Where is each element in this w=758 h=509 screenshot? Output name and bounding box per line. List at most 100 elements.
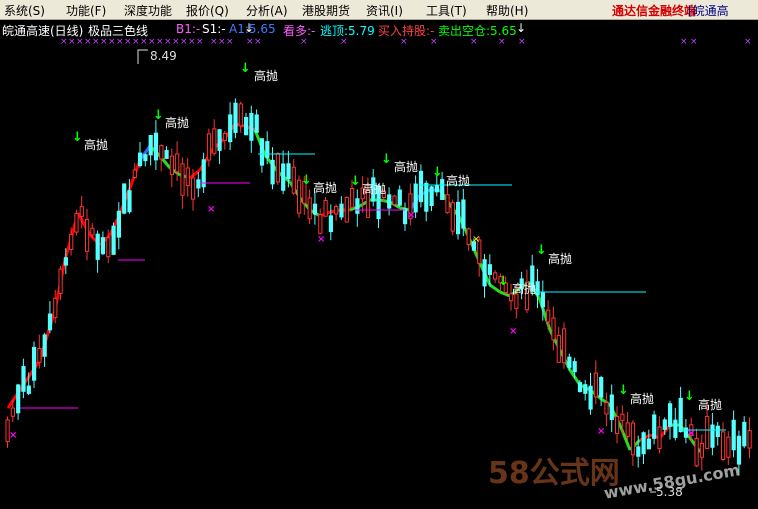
down-arrow-icon: ↓ xyxy=(536,243,547,258)
menu-deep-function[interactable]: 深度功能 xyxy=(124,2,172,19)
candle-body xyxy=(710,424,715,448)
down-arrow-icon: ↓ xyxy=(516,21,526,35)
candle-body xyxy=(456,201,461,235)
candle-body xyxy=(493,272,498,280)
menu-analysis[interactable]: 分析(A) xyxy=(246,2,288,19)
signal-cross-marker: × xyxy=(172,37,180,47)
candle-body xyxy=(138,152,143,167)
candle-body xyxy=(228,114,233,143)
down-arrow-icon: ↓ xyxy=(684,389,695,404)
escape-label: 逃顶:5.79 xyxy=(320,24,375,38)
menu-help[interactable]: 帮助(H) xyxy=(486,2,528,19)
candle-body xyxy=(281,163,286,191)
signal-cross-marker: × xyxy=(188,37,196,47)
stock-title[interactable]: [皖通高 xyxy=(688,2,729,19)
candle-body xyxy=(577,382,583,393)
down-arrow-icon: ↓ xyxy=(432,165,443,180)
candle-body xyxy=(270,159,275,185)
candle-body xyxy=(392,195,397,205)
signal-cross-marker: × xyxy=(254,37,262,47)
indicator-name-label: 极品三色线 xyxy=(88,24,149,38)
candle-body xyxy=(42,334,47,357)
candle-body xyxy=(466,228,471,246)
candle-body xyxy=(249,112,254,141)
candle-body xyxy=(731,419,736,451)
candle-body xyxy=(233,102,238,133)
signal-cross-marker: × xyxy=(597,426,605,437)
candle-body xyxy=(244,117,249,136)
candle-body xyxy=(641,432,646,455)
down-arrow-icon: ↓ xyxy=(301,173,312,188)
menu-tools[interactable]: 工具(T) xyxy=(426,2,467,19)
candle-body xyxy=(53,297,58,319)
candle-body xyxy=(604,402,609,415)
candle-body xyxy=(599,377,604,398)
signal-label: 高抛 xyxy=(394,160,419,174)
signal-cross-marker: × xyxy=(744,37,752,47)
candle-body xyxy=(312,203,318,215)
candle-body xyxy=(424,182,429,212)
app-title: 通达信金融终端 xyxy=(612,4,697,18)
signal-cross-marker: × xyxy=(407,210,415,221)
candle-body xyxy=(69,233,74,250)
candle-body xyxy=(74,212,79,233)
candle-body xyxy=(742,421,747,447)
candle-body xyxy=(334,205,339,215)
candle-body xyxy=(265,141,270,158)
candle-body xyxy=(286,163,291,180)
signal-label: 高抛 xyxy=(84,138,109,152)
signal-label: 高抛 xyxy=(446,174,471,188)
candle-body xyxy=(397,189,402,206)
candle-body xyxy=(153,132,159,161)
candle-body xyxy=(26,385,31,394)
signal-cross-marker: × xyxy=(680,37,688,47)
high-price-marker xyxy=(137,49,148,64)
candle-body xyxy=(350,187,355,208)
candle-body xyxy=(37,347,42,363)
menu-info[interactable]: 资讯(I) xyxy=(366,2,403,19)
bull-label: 看多:- xyxy=(283,24,316,38)
candle-body xyxy=(620,413,625,421)
candle-body xyxy=(413,183,418,213)
three-color-line-segment xyxy=(38,309,57,361)
candle-body xyxy=(593,372,598,398)
signal-label: 高抛 xyxy=(165,116,190,130)
signal-cross-marker: × xyxy=(210,37,218,47)
menu-bar: 系统(S) 功能(F) 深度功能 报价(Q) 分析(A) 港股期货 资讯(I) … xyxy=(0,0,758,20)
signal-label: 高抛 xyxy=(698,398,723,412)
candle-body xyxy=(609,394,614,420)
chart-canvas[interactable]: × × × × × × × × × × × × × × × × × × × × × × × × × × × × × × × × ××××××× ×… xyxy=(0,20,758,505)
sell-clear-label: 卖出空仓:5.65 xyxy=(438,24,517,38)
signal-label: 高抛 xyxy=(548,252,573,266)
candle-body xyxy=(572,361,577,373)
signal-label: 高抛 xyxy=(254,69,279,83)
candle-body xyxy=(652,414,657,439)
signal-cross-marker: × xyxy=(246,37,254,47)
menu-function[interactable]: 功能(F) xyxy=(66,2,106,19)
candle-body xyxy=(540,291,545,308)
candle-body xyxy=(588,385,593,410)
candle-body xyxy=(445,194,450,214)
candle-body xyxy=(291,166,296,194)
candle-body xyxy=(482,259,487,287)
candle-body xyxy=(567,356,572,368)
candle-body xyxy=(95,233,100,260)
candlestick-chart[interactable]: × × × × × × × × × × × × × × × × × × × × × × × × × × × × × × × × × × × × × × × ×… xyxy=(0,20,758,505)
candle-body xyxy=(344,197,349,223)
signal-label: 高抛 xyxy=(512,282,537,296)
down-arrow-icon: ↓ xyxy=(153,108,164,123)
candle-body xyxy=(705,415,710,449)
candle-body xyxy=(461,199,466,229)
candle-body xyxy=(556,334,561,363)
down-arrow-icon: ↓ xyxy=(240,61,251,76)
candle-body xyxy=(328,215,333,233)
candle-body xyxy=(259,138,265,166)
candle-body xyxy=(111,225,116,255)
buy-hold-label: 买入持股:- xyxy=(378,24,435,38)
candle-body xyxy=(185,167,190,187)
candle-body xyxy=(450,202,455,232)
menu-hk-futures[interactable]: 港股期货 xyxy=(302,2,350,19)
candle-body xyxy=(238,103,243,127)
menu-quote[interactable]: 报价(Q) xyxy=(186,2,229,19)
menu-system[interactable]: 系统(S) xyxy=(4,2,45,19)
